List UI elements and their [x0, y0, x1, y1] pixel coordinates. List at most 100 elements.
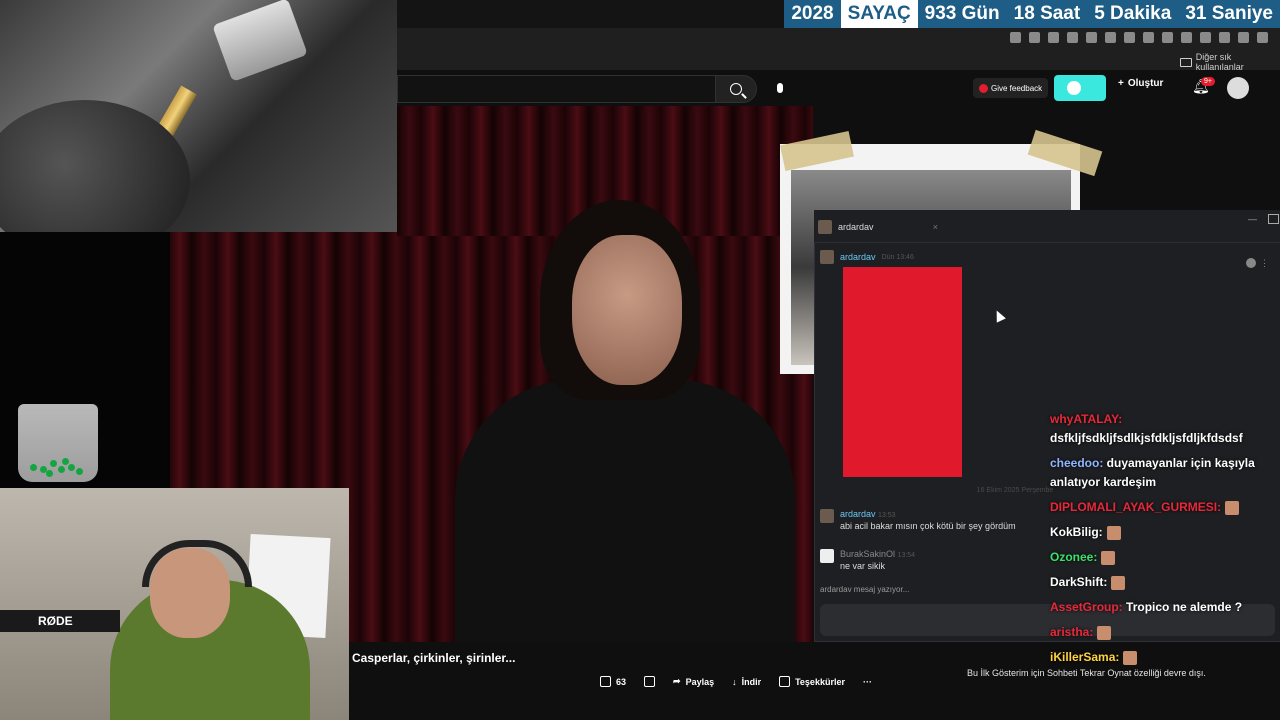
- share-label: Paylaş: [685, 676, 715, 687]
- bead: [62, 458, 69, 465]
- favorites-icon[interactable]: [1200, 31, 1211, 43]
- avatar: [820, 509, 834, 523]
- stream-chat-line: cheedoo: duyamayanlar için kaşıyla anlat…: [1050, 454, 1280, 492]
- stream-chat-user: iKillerSama:: [1050, 650, 1120, 664]
- thanks-icon: [779, 676, 791, 687]
- message-author[interactable]: BurakSakinOl: [840, 549, 895, 559]
- message-time: 13:54: [897, 552, 916, 559]
- emote-icon: [1111, 575, 1126, 590]
- extension-icon[interactable]: [1010, 31, 1021, 43]
- more-actions-button[interactable]: ···: [863, 677, 872, 687]
- emote-icon: [1225, 500, 1240, 515]
- chat-message: ardardav 13:53 abi acil bakar mısın çok …: [820, 509, 1016, 531]
- chat-tab-label: ardardav: [838, 222, 874, 232]
- stream-chat-user: cheedoo:: [1050, 456, 1104, 470]
- refresh-icon[interactable]: [1162, 31, 1173, 43]
- create-button[interactable]: + Oluştur: [1118, 78, 1163, 89]
- message-text: ne var sikik: [840, 561, 886, 571]
- plus-icon: +: [1118, 78, 1124, 89]
- share-icon: ➦: [673, 676, 681, 686]
- avatar: [820, 549, 834, 563]
- stream-chat-user: whyATALAY:: [1050, 412, 1123, 426]
- message-image[interactable]: [843, 267, 962, 477]
- toggle-switch[interactable]: [1054, 75, 1106, 101]
- search-button[interactable]: [715, 75, 757, 103]
- mic-knob: [212, 0, 308, 82]
- minimize-button[interactable]: —: [1248, 214, 1257, 224]
- search-icon: [730, 83, 742, 95]
- chat-message: BurakSakinOl 13:54 ne var sikik: [820, 549, 915, 571]
- stream-chat-user: DarkShift:: [1050, 575, 1108, 589]
- emoji-icon[interactable]: [1246, 258, 1256, 268]
- message-author[interactable]: ardardav: [840, 252, 876, 262]
- bead: [46, 470, 53, 477]
- give-feedback-label: Give feedback: [991, 83, 1043, 93]
- shield-icon[interactable]: [1219, 31, 1230, 43]
- search-input[interactable]: [397, 75, 716, 103]
- emote-icon: [1106, 525, 1121, 540]
- maximize-button[interactable]: [1268, 214, 1279, 224]
- stream-chat-line: KokBilig:: [1050, 523, 1280, 542]
- extensions-bar: [900, 28, 1280, 46]
- stream-chat-line: whyATALAY: dsfkljfsdkljfsdlkjsfdkljsfdlj…: [1050, 410, 1280, 448]
- menu-dots-icon[interactable]: [1257, 31, 1268, 43]
- download-icon: ↓: [732, 676, 737, 687]
- avatar: [820, 250, 834, 264]
- microphone-icon: [777, 83, 783, 93]
- extension-icon[interactable]: [1181, 31, 1192, 43]
- countdown-seconds: 31 Saniye: [1178, 0, 1280, 28]
- emote-icon: [1123, 650, 1138, 665]
- extension-icon[interactable]: [1029, 31, 1040, 43]
- avatar[interactable]: [1227, 77, 1249, 99]
- extension-icon[interactable]: [1143, 31, 1154, 43]
- stream-chat-line: Ozonee:: [1050, 548, 1280, 567]
- give-feedback-button[interactable]: Give feedback: [973, 78, 1049, 98]
- bead: [68, 464, 75, 471]
- dislike-button[interactable]: [644, 676, 656, 687]
- message-text: abi acil bakar mısın çok kötü bir şey gö…: [840, 521, 1016, 531]
- bookmarks-folder-label: Diğer sık kullanılanlar: [1195, 52, 1244, 72]
- bead: [58, 466, 65, 473]
- stream-chat-user: Ozonee:: [1050, 550, 1098, 564]
- more-icon[interactable]: ⋮: [1260, 258, 1269, 272]
- closeup-camera-overlay: [0, 0, 397, 232]
- countdown-minutes: 5 Dakika: [1087, 0, 1179, 28]
- like-button[interactable]: 63: [600, 676, 626, 687]
- share-button[interactable]: ➦ Paylaş: [673, 676, 714, 687]
- download-button[interactable]: ↓ İndir: [732, 677, 761, 687]
- stream-chat-line: AssetGroup: Tropico ne alemde ?: [1050, 598, 1280, 617]
- star-icon[interactable]: [1048, 31, 1059, 43]
- bookmarks-folder[interactable]: Diğer sık kullanılanlar: [1180, 52, 1280, 72]
- chat-tab[interactable]: ardardav ×: [818, 216, 938, 238]
- thanks-label: Teşekkürler: [795, 676, 845, 687]
- emote-icon: [1097, 625, 1112, 640]
- extension-icon[interactable]: [1124, 31, 1135, 43]
- close-icon[interactable]: ×: [933, 222, 938, 232]
- download-label: İndir: [741, 676, 762, 687]
- mic-brand-label: RØDE: [38, 614, 73, 628]
- countdown-label: SAYAÇ: [840, 0, 918, 28]
- voice-search-button[interactable]: [770, 78, 790, 98]
- stream-chat-overlay: whyATALAY: dsfkljfsdkljfsdlkjsfdkljsfdlj…: [1050, 410, 1280, 673]
- thumbs-down-icon: [644, 676, 656, 687]
- extension-icon[interactable]: [1105, 31, 1116, 43]
- stream-chat-user: DIPLOMALI_AYAK_GURMESI:: [1050, 500, 1222, 514]
- extension-icon[interactable]: [1067, 31, 1078, 43]
- video-action-bar: 63 ➦ Paylaş ↓ İndir Teşekkürler ···: [600, 676, 872, 687]
- bead: [50, 460, 57, 467]
- feedback-icon: [979, 83, 988, 93]
- stream-chat-line: DarkShift:: [1050, 573, 1280, 592]
- bead: [76, 468, 83, 475]
- message-author[interactable]: ardardav: [840, 509, 876, 519]
- profile-icon[interactable]: [1238, 31, 1249, 43]
- stream-chat-user: aristha:: [1050, 625, 1094, 639]
- video-presenter-face: [572, 235, 682, 385]
- stream-chat-user: KokBilig:: [1050, 525, 1103, 539]
- message-time: Dün 13:46: [881, 253, 914, 261]
- extension-icon[interactable]: [1086, 31, 1097, 43]
- countdown-hours: 18 Saat: [1006, 0, 1088, 28]
- thanks-button[interactable]: Teşekkürler: [779, 676, 845, 687]
- bead: [30, 464, 37, 471]
- stream-chat-text: dsfkljfsdkljfsdlkjsfdkljsfdljkfdsdsf: [1050, 431, 1243, 445]
- bead-jar-widget: [18, 404, 98, 482]
